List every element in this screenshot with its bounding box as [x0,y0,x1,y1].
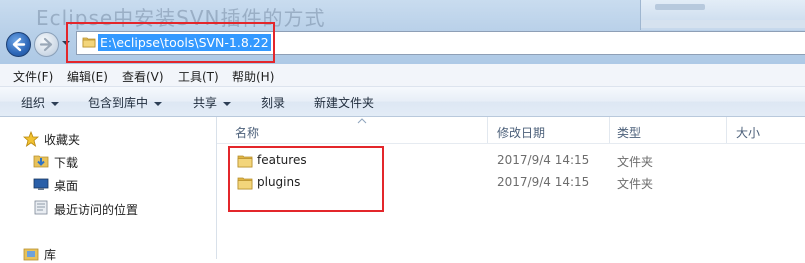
back-button[interactable] [6,32,31,57]
desktop-icon [33,178,49,190]
column-header: 名称 修改日期 类型 大小 [217,117,805,144]
column-divider[interactable] [726,117,727,143]
nav-favorites[interactable]: 收藏夹 [44,131,80,148]
burn-button[interactable]: 刻录 [261,94,285,111]
column-date-modified[interactable]: 修改日期 [497,124,545,141]
menu-view[interactable]: 查看(V) [122,68,164,85]
chevron-down-icon [51,101,60,106]
organize-button[interactable]: 组织 [21,94,60,111]
nav-recent-places[interactable]: 最近访问的位置 [54,201,138,218]
column-name[interactable]: 名称 [235,124,259,141]
forward-button[interactable] [34,32,59,57]
organize-label: 组织 [21,96,46,110]
file-type: 文件夹 [617,177,654,191]
menu-edit[interactable]: 编辑(E) [67,68,108,85]
downloads-folder-icon [33,155,49,168]
menu-bar: 文件(F) 编辑(E) 查看(V) 工具(T) 帮助(H) [0,64,805,87]
address-annotation-box [66,22,275,63]
new-folder-button[interactable]: 新建文件夹 [314,94,374,111]
sort-ascending-icon [357,118,367,124]
menu-tools[interactable]: 工具(T) [178,68,219,85]
column-size[interactable]: 大小 [736,124,760,141]
navigation-pane: 收藏夹 下载 桌面 最近访问的位置 库 [0,117,217,262]
files-annotation-box [228,146,384,212]
file-date: 2017/9/4 14:15 [497,175,590,189]
nav-downloads[interactable]: 下载 [54,154,78,171]
menu-help[interactable]: 帮助(H) [232,68,274,85]
include-in-library-button[interactable]: 包含到库中 [88,94,163,111]
nav-desktop[interactable]: 桌面 [54,177,78,194]
share-label: 共享 [193,96,218,110]
include-in-library-label: 包含到库中 [88,96,149,110]
chevron-down-icon [223,101,232,106]
recent-places-icon [34,200,48,215]
command-bar: 组织 包含到库中 共享 刻录 新建文件夹 [0,87,805,117]
arrow-right-icon [39,37,53,52]
file-type: 文件夹 [617,155,654,169]
column-divider[interactable] [487,117,488,143]
column-type[interactable]: 类型 [617,124,641,141]
chevron-down-icon [154,101,163,106]
star-icon [23,131,39,147]
nav-libraries[interactable]: 库 [44,246,56,263]
background-window [640,0,805,30]
share-button[interactable]: 共享 [193,94,232,111]
file-date: 2017/9/4 14:15 [497,153,590,167]
menu-file[interactable]: 文件(F) [13,68,53,85]
arrow-left-icon [12,37,26,52]
column-divider[interactable] [609,117,610,143]
